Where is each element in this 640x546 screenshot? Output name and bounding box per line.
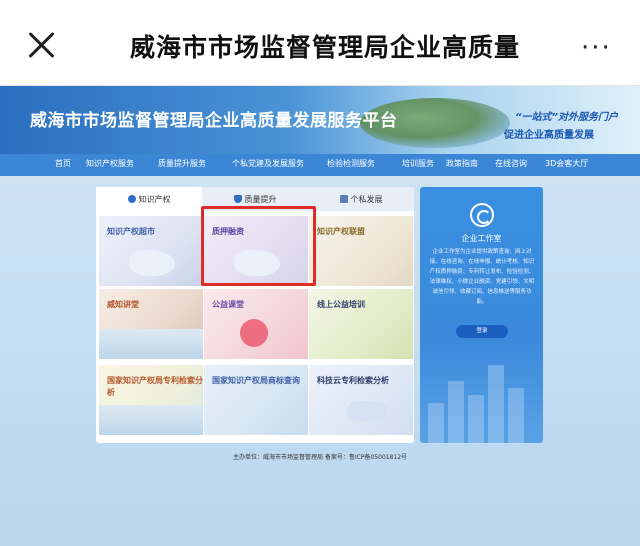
nav-item-consult[interactable]: 在线咨询	[495, 158, 527, 169]
tile-ip-alliance[interactable]: 知识产权联盟	[309, 216, 413, 286]
tab-label: 个私发展	[350, 195, 383, 204]
banner-slogan-2: 促进企业高质量发展	[504, 130, 594, 141]
banner-title: 威海市市场监督管理局企业高质量发展服务平台	[30, 111, 398, 131]
tab-label: 知识产权	[138, 195, 171, 204]
nav-item-party-building[interactable]: 个私党建及发展服务	[232, 158, 304, 169]
city-graphic	[508, 388, 524, 443]
workstation-icon	[470, 203, 494, 227]
nav-item-quality[interactable]: 质量提升服务	[158, 158, 206, 169]
tile-label: 国家知识产权局专利检索分析	[107, 376, 203, 397]
tile-label: 国家知识产权局商标查询	[212, 376, 300, 385]
tile-trademark-query[interactable]: 国家知识产权局商标查询	[204, 365, 308, 435]
highlight-box	[201, 206, 316, 286]
building-graphic	[129, 250, 175, 276]
footer-text: 主办单位：威海市市场监督管理局 备案号：鲁ICP备05001812号	[232, 454, 408, 461]
tab-private-dev[interactable]: 个私发展	[308, 187, 414, 211]
site-banner: 威海市市场监督管理局企业高质量发展服务平台 “一站式”对外服务门户 促进企业高质…	[0, 86, 640, 154]
tile-label: 威知讲堂	[107, 300, 139, 309]
tile-label: 知识产权超市	[107, 227, 155, 236]
harbor-graphic	[99, 329, 203, 359]
nav-item-inspection[interactable]: 检验检测服务	[327, 158, 375, 169]
page-title: 威海市市场监督管理局企业高质量	[130, 33, 520, 62]
tab-label: 质量提升	[244, 195, 277, 204]
city-graphic	[468, 395, 484, 443]
nav-item-3d-hall[interactable]: 3D会客大厅	[545, 158, 588, 169]
nav-item-policy[interactable]: 政策指南	[446, 158, 478, 169]
heart-graphic	[240, 319, 268, 347]
login-button[interactable]: 登录	[456, 325, 508, 338]
tile-weizhi-lecture[interactable]: 威知讲堂	[99, 289, 203, 359]
tile-tech-cloud[interactable]: 科技云专利检索分析	[309, 365, 413, 435]
more-icon[interactable]: ···	[581, 35, 612, 61]
tile-patent-search[interactable]: 国家知识产权局专利检索分析	[99, 365, 203, 435]
cloud-graphic	[347, 401, 387, 421]
shield-icon	[233, 194, 242, 203]
tile-ip-market[interactable]: 知识产权超市	[99, 216, 203, 286]
banner-slogan-1: “一站式”对外服务门户	[515, 112, 618, 123]
sea-graphic	[99, 405, 203, 435]
tab-intellectual-property[interactable]: 知识产权	[96, 187, 202, 211]
city-graphic	[428, 403, 444, 443]
enterprise-workstation-panel: 企业工作室 企业工作室为企业提供政策查询、网上对接、在线咨询、在线申报、统计考核…	[420, 187, 543, 443]
tile-label: 线上公益培训	[317, 300, 365, 309]
tile-online-training[interactable]: 线上公益培训	[309, 289, 413, 359]
workstation-description: 企业工作室为企业提供政策查询、网上对接、在线咨询、在线申报、统计考核、知识产权质…	[429, 249, 535, 305]
app-top-bar: 威海市市场监督管理局企业高质量 ···	[0, 0, 640, 86]
city-graphic	[448, 381, 464, 443]
award-icon	[127, 194, 136, 203]
nav-item-ip-service[interactable]: 知识产权服务	[86, 158, 134, 169]
document-icon	[339, 194, 348, 203]
nav-item-home[interactable]: 首页	[55, 158, 71, 169]
tile-label: 公益课堂	[212, 300, 244, 309]
tile-label: 科技云专利检索分析	[317, 376, 389, 385]
tile-public-class[interactable]: 公益课堂	[204, 289, 308, 359]
city-graphic	[488, 365, 504, 443]
close-icon[interactable]	[26, 30, 56, 60]
nav-item-training[interactable]: 培训服务	[402, 158, 434, 169]
main-nav: 首页 知识产权服务 质量提升服务 个私党建及发展服务 检验检测服务 培训服务 政…	[0, 154, 640, 176]
workstation-title: 企业工作室	[461, 234, 502, 243]
tile-label: 知识产权联盟	[317, 227, 365, 236]
